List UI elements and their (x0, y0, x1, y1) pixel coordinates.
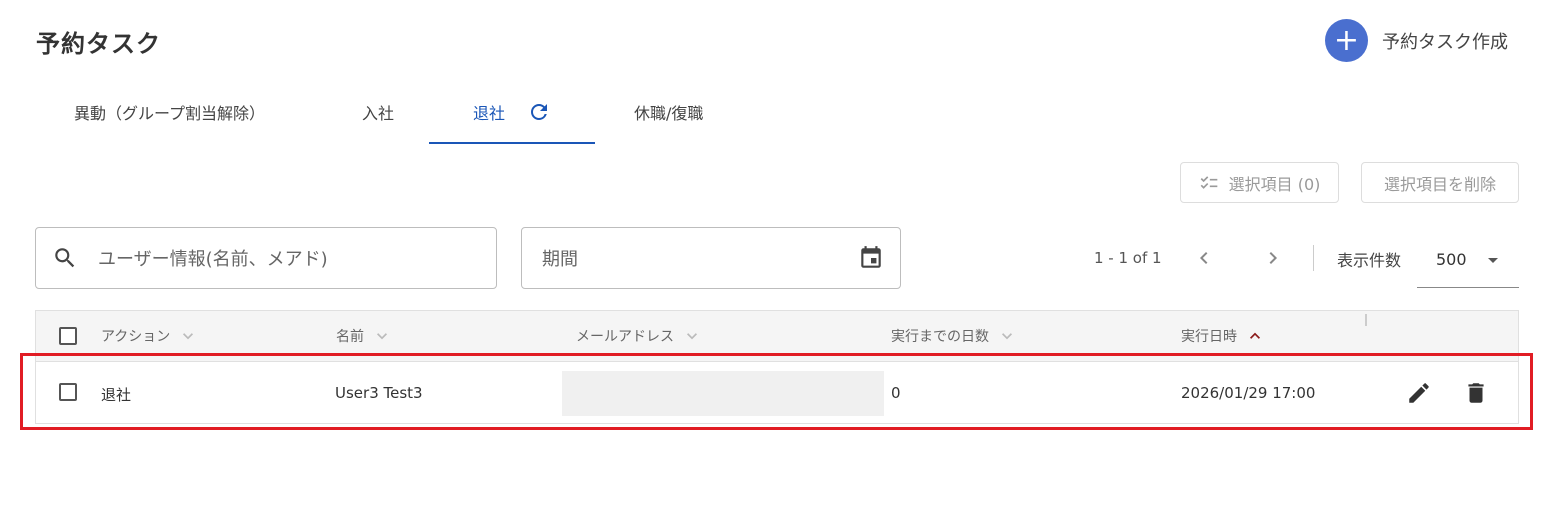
pagination-divider (1313, 245, 1314, 271)
checklist-icon (1200, 175, 1217, 189)
page-title: 予約タスク (36, 30, 161, 58)
tab-leave[interactable]: 退社 (429, 100, 595, 144)
period-input[interactable]: 期間 (521, 227, 901, 289)
tab-leave-of-absence[interactable]: 休職/復職 (634, 100, 703, 144)
plus-icon[interactable]: + (1325, 19, 1368, 62)
column-header-days[interactable]: 実行までの日数 (891, 326, 1017, 346)
chevron-left-icon[interactable] (1192, 246, 1216, 270)
refresh-icon[interactable] (527, 100, 551, 124)
delete-selected-label: 選択項目を削除 (1383, 174, 1496, 194)
create-task-label[interactable]: 予約タスク作成 (1382, 28, 1508, 54)
column-header-label[interactable]: 名前 (336, 326, 364, 346)
column-header-label[interactable]: メールアドレス (576, 326, 674, 346)
sort-chevron-down-icon[interactable] (997, 326, 1017, 346)
per-page-value[interactable]: 500 (1436, 250, 1481, 269)
selected-items-button[interactable]: 選択項目 (0) (1180, 162, 1339, 203)
period-placeholder[interactable]: 期間 (542, 245, 858, 271)
tab-label[interactable]: 異動（グループ割当解除） (74, 100, 265, 124)
dropdown-arrow-icon[interactable] (1481, 248, 1505, 272)
column-header-label[interactable]: 実行までの日数 (891, 326, 989, 346)
row-highlight-box (20, 353, 1533, 430)
column-header-label[interactable]: アクション (101, 326, 170, 346)
column-header-name[interactable]: 名前 (336, 326, 392, 346)
selected-items-label: 選択項目 (0) (1228, 174, 1321, 194)
sort-chevron-down-icon[interactable] (682, 326, 702, 346)
column-header-datetime[interactable]: 実行日時 (1181, 326, 1265, 346)
chevron-right-icon[interactable] (1261, 246, 1285, 270)
search-placeholder[interactable]: ユーザー情報(名前、メアド) (98, 245, 328, 271)
tab-transfer[interactable]: 異動（グループ割当解除） (74, 100, 265, 144)
tab-label[interactable]: 退社 (473, 100, 505, 124)
search-icon (55, 248, 75, 268)
sort-chevron-up-icon[interactable] (1245, 326, 1265, 346)
column-header-action[interactable]: アクション (101, 326, 198, 346)
per-page-label: 表示件数 (1337, 251, 1402, 270)
tab-join[interactable]: 入社 (362, 100, 394, 144)
column-header-email[interactable]: メールアドレス (576, 326, 702, 346)
sort-chevron-down-icon[interactable] (178, 326, 198, 346)
pagination-range: 1 - 1 of 1 (1094, 249, 1162, 267)
delete-selected-button[interactable]: 選択項目を削除 (1361, 162, 1519, 203)
search-input[interactable]: ユーザー情報(名前、メアド) (35, 227, 497, 289)
create-task-button[interactable]: + 予約タスク作成 (1325, 19, 1508, 62)
calendar-icon[interactable] (858, 245, 884, 271)
column-header-label[interactable]: 実行日時 (1181, 326, 1237, 346)
sort-chevron-down-icon[interactable] (372, 326, 392, 346)
tab-label[interactable]: 入社 (362, 100, 394, 124)
tab-label[interactable]: 休職/復職 (634, 100, 703, 124)
select-all-checkbox[interactable] (59, 327, 77, 345)
per-page-select[interactable]: 500 (1417, 232, 1519, 288)
column-resize-handle[interactable] (1365, 314, 1367, 326)
